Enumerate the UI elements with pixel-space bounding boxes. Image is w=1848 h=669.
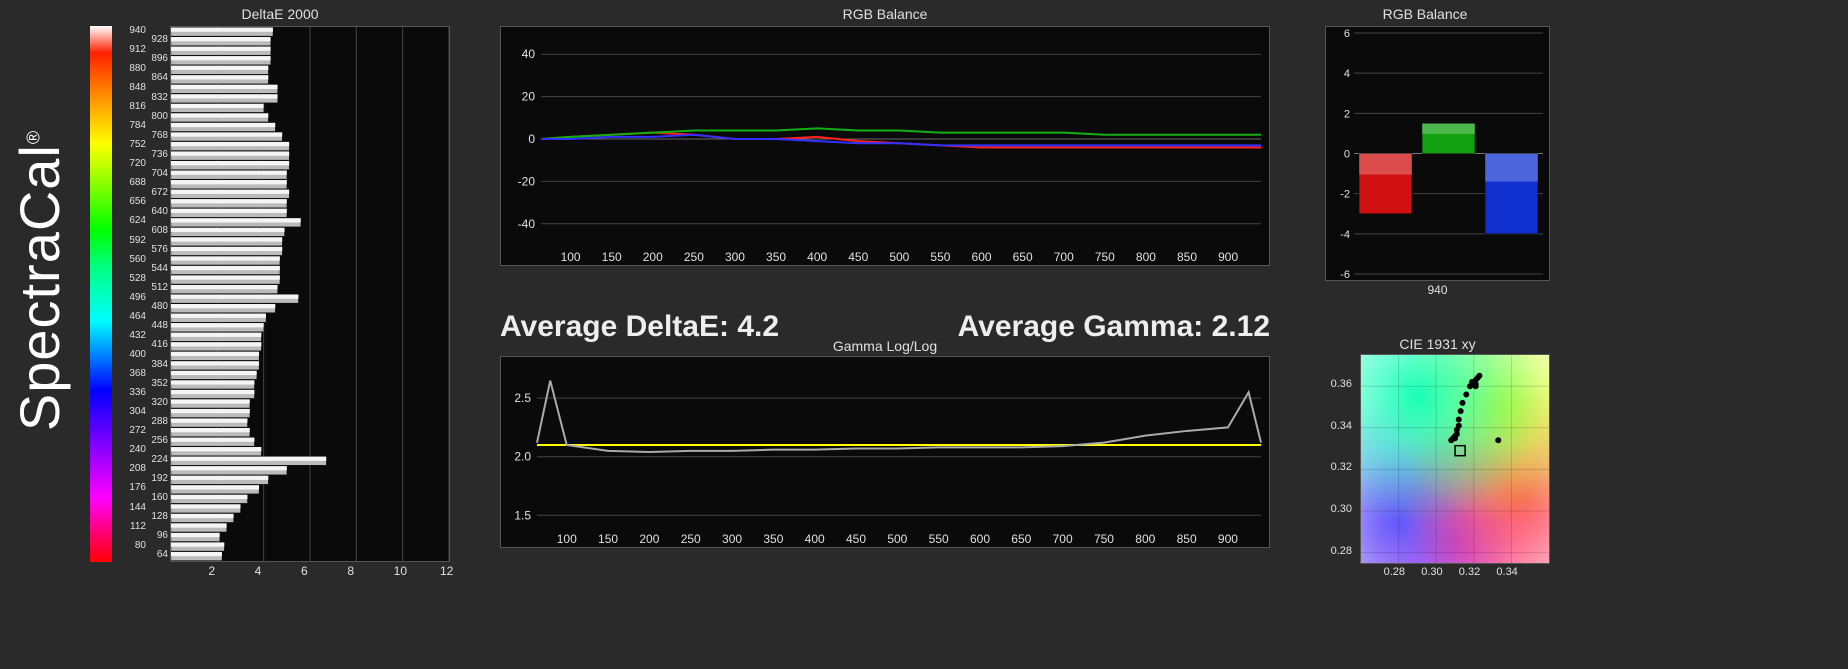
- svg-text:-4: -4: [1340, 229, 1350, 241]
- deltae-y-axis: 6480961121281441601761922082242402562722…: [116, 26, 168, 562]
- svg-text:200: 200: [639, 532, 659, 546]
- brand-logo: SpectraCal®: [0, 0, 80, 560]
- svg-text:20: 20: [522, 90, 536, 104]
- svg-text:250: 250: [681, 532, 701, 546]
- cie-chart-title: CIE 1931 xy: [1325, 336, 1550, 352]
- svg-text:100: 100: [557, 532, 577, 546]
- svg-text:650: 650: [1011, 532, 1031, 546]
- svg-text:800: 800: [1135, 532, 1155, 546]
- svg-text:600: 600: [972, 250, 992, 264]
- svg-text:350: 350: [766, 250, 786, 264]
- svg-text:550: 550: [930, 250, 950, 264]
- svg-text:550: 550: [929, 532, 949, 546]
- brand-logo-text: SpectraCal®: [8, 129, 73, 430]
- rgb-line-chart: -40 -20 0 20 40 100 150 200 250 300 350 400 450 500 55…: [500, 26, 1270, 266]
- svg-text:0: 0: [1344, 149, 1350, 161]
- deltae-chart-title: DeltaE 2000: [120, 6, 440, 22]
- svg-text:500: 500: [889, 250, 909, 264]
- svg-text:40: 40: [522, 47, 536, 61]
- svg-text:200: 200: [643, 250, 663, 264]
- svg-text:400: 400: [805, 532, 825, 546]
- svg-text:-40: -40: [518, 217, 536, 231]
- svg-text:4: 4: [1344, 68, 1350, 80]
- cie-y-axis: 0.280.300.320.340.36: [1316, 354, 1356, 564]
- color-gradient-legend: [90, 26, 112, 562]
- svg-text:2.5: 2.5: [514, 391, 531, 405]
- svg-text:500: 500: [887, 532, 907, 546]
- svg-text:450: 450: [848, 250, 868, 264]
- deltae-x-axis: 24681012: [170, 564, 450, 584]
- svg-text:-6: -6: [1340, 269, 1350, 280]
- svg-text:850: 850: [1177, 532, 1197, 546]
- svg-text:750: 750: [1094, 532, 1114, 546]
- svg-text:900: 900: [1218, 250, 1238, 264]
- svg-text:-2: -2: [1340, 189, 1350, 201]
- svg-text:100: 100: [561, 250, 581, 264]
- svg-text:2: 2: [1344, 108, 1350, 120]
- svg-text:400: 400: [807, 250, 827, 264]
- svg-text:300: 300: [725, 250, 745, 264]
- dashboard-root: SpectraCal® DeltaE 2000 24681012 6480961…: [0, 0, 1848, 669]
- svg-text:900: 900: [1218, 532, 1238, 546]
- svg-text:800: 800: [1136, 250, 1156, 264]
- svg-text:250: 250: [684, 250, 704, 264]
- svg-text:1.5: 1.5: [514, 508, 531, 522]
- svg-text:0: 0: [528, 132, 535, 146]
- svg-text:150: 150: [598, 532, 618, 546]
- rgb-bar-xlabel: 940: [1325, 283, 1550, 297]
- svg-text:850: 850: [1177, 250, 1197, 264]
- svg-text:300: 300: [722, 532, 742, 546]
- svg-text:450: 450: [846, 532, 866, 546]
- svg-text:2.0: 2.0: [514, 450, 531, 464]
- svg-text:700: 700: [1053, 532, 1073, 546]
- deltae-chart: [170, 26, 450, 562]
- svg-text:750: 750: [1095, 250, 1115, 264]
- svg-text:600: 600: [970, 532, 990, 546]
- cie-x-axis: 0.280.300.320.34: [1360, 566, 1550, 582]
- svg-text:700: 700: [1054, 250, 1074, 264]
- rgb-bar-chart-title: RGB Balance: [1300, 6, 1550, 22]
- rgb-line-chart-title: RGB Balance: [500, 6, 1270, 22]
- svg-text:650: 650: [1013, 250, 1033, 264]
- rgb-bar-chart: -6 -4 -2 0 2 4 6: [1325, 26, 1550, 281]
- gamma-chart-title: Gamma Log/Log: [500, 338, 1270, 354]
- cie-chart: [1360, 354, 1550, 564]
- gamma-chart: 1.5 2.0 2.5 100 150 200 250 300 350 400 450 500 550 6…: [500, 356, 1270, 548]
- svg-text:150: 150: [602, 250, 622, 264]
- svg-text:350: 350: [763, 532, 783, 546]
- svg-text:6: 6: [1344, 28, 1350, 40]
- svg-text:-20: -20: [518, 174, 536, 188]
